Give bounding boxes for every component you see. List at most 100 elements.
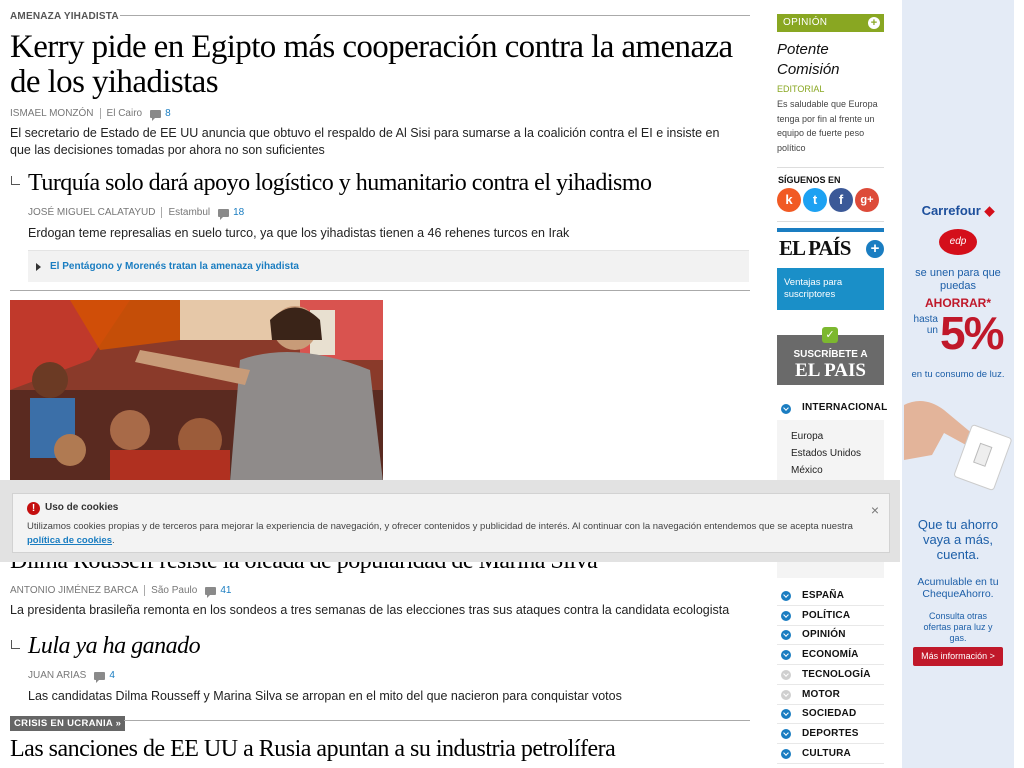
facebook-icon[interactable]: f (829, 188, 853, 212)
headline-turquia[interactable]: Turquía solo dará apoyo logístico y huma… (28, 170, 652, 197)
nav-label: MOTOR (802, 688, 841, 700)
elpais-plus-logo[interactable]: EL PAÍS (779, 236, 851, 261)
opinion-title[interactable]: Potente Comisión (777, 40, 884, 80)
nav-label: ECONOMÍA (802, 649, 859, 661)
lead-rousseff: La presidenta brasileña remonta en los s… (10, 603, 730, 617)
ad-cta-button[interactable]: Más información > (913, 647, 1003, 666)
nav-label: INTERNACIONAL (802, 402, 888, 413)
nav-label: POLÍTICA (802, 609, 851, 621)
nav-label: OPINIÓN (802, 629, 846, 641)
comment-count[interactable]: 41 (220, 585, 231, 596)
submenu-continuation (777, 560, 884, 578)
carrefour-ad[interactable]: Carrefour ◆ edp se unen para que puedas … (902, 0, 1014, 768)
edp-logo: edp (939, 229, 977, 255)
plus-icon[interactable]: + (866, 240, 884, 258)
author[interactable]: ISMAEL MONZÓN (10, 108, 94, 119)
chevron-down-icon (781, 650, 791, 661)
plus-icon[interactable]: + (868, 17, 880, 29)
opinion-label: OPINIÓN (783, 17, 828, 28)
divider (777, 167, 884, 168)
kicker-amenaza[interactable]: AMENAZA YIHADISTA (10, 11, 119, 22)
subscribe-button[interactable]: ✓ SUSCRÍBETE A EL PAIS (777, 327, 884, 385)
kiosko-icon[interactable]: k (777, 188, 801, 212)
brand-bar (777, 228, 884, 232)
comment-icon[interactable] (150, 109, 162, 121)
nav-label: DEPORTES (802, 727, 859, 739)
nav-item-deportes[interactable]: DEPORTES (777, 725, 884, 744)
opinion-section: EDITORIAL (777, 84, 825, 94)
nav-item-tecnología[interactable]: TECNOLOGÍA (777, 666, 884, 685)
byline-rousseff: ANTONIO JIMÉNEZ BARCA São Paulo 41 (10, 585, 231, 598)
submenu-europa[interactable]: Europa (791, 431, 823, 442)
related-link-box[interactable]: El Pentágono y Morenés tratan la amenaza… (28, 250, 749, 282)
byline-turquia: JOSÉ MIGUEL CALATAYUD Estambul 18 (28, 207, 244, 220)
comment-count[interactable]: 8 (165, 108, 171, 119)
nav-item-motor[interactable]: MOTOR (777, 686, 884, 705)
lead-lula: Las candidatas Dilma Rousseff y Marina S… (28, 689, 622, 703)
tag-ucrania[interactable]: CRISIS EN UCRANIA » (10, 716, 126, 731)
byline-lula: JUAN ARIAS 4 (28, 670, 115, 683)
lead-turquia: Erdogan teme represalias en suelo turco,… (28, 226, 570, 240)
related-link[interactable]: El Pentágono y Morenés tratan la amenaza… (50, 261, 299, 272)
ad-consumo: en tu consumo de luz. (911, 369, 1005, 380)
chevron-down-icon (781, 728, 791, 739)
chevron-down-icon (781, 689, 791, 700)
nav-item-cultura[interactable]: CULTURA (777, 745, 884, 764)
kicker-divider (120, 15, 750, 16)
promo-box[interactable]: Ventajas para suscriptores (777, 268, 884, 310)
author[interactable]: ANTONIO JIMÉNEZ BARCA (10, 585, 138, 596)
place: El Cairo (106, 108, 143, 119)
headline-kerry[interactable]: Kerry pide en Egipto más cooperación con… (10, 30, 750, 100)
comment-icon[interactable] (218, 208, 230, 220)
play-triangle-icon (36, 263, 41, 271)
subscribe-line2: EL PAIS (795, 360, 866, 381)
divider (777, 221, 884, 222)
comment-count[interactable]: 4 (109, 670, 115, 681)
opinion-text: Es saludable que Europa tenga por fin al… (777, 99, 878, 153)
nav-item-economía[interactable]: ECONOMÍA (777, 646, 884, 666)
chevron-down-icon (781, 669, 791, 680)
ad-otras: Consulta otras ofertas para luz y gas. (923, 611, 993, 643)
nav-item-política[interactable]: POLÍTICA (777, 607, 884, 626)
ad-percent: 5% (940, 307, 1005, 359)
ad-acumulable: Acumulable en tu ChequeAhorro. (917, 576, 999, 600)
internacional-submenu: Europa Estados Unidos México (777, 420, 884, 480)
cookie-text: Utilizamos cookies propias y de terceros… (27, 521, 853, 546)
cookie-policy-link[interactable]: política de cookies (27, 535, 112, 546)
googleplus-icon[interactable]: g+ (855, 188, 879, 212)
author[interactable]: JOSÉ MIGUEL CALATAYUD (28, 207, 155, 218)
ad-hasta: hasta un (913, 314, 938, 336)
alert-icon: ! (27, 502, 40, 515)
comment-icon[interactable] (205, 586, 217, 598)
subscribe-line1: SUSCRÍBETE A (793, 349, 868, 360)
headline-sanciones[interactable]: Las sanciones de EE UU a Rusia apuntan a… (10, 736, 616, 763)
promo-text: Ventajas para suscriptores (784, 277, 843, 300)
submenu-mexico[interactable]: México (791, 465, 823, 476)
ad-line1: se unen para que puedas (915, 267, 1001, 292)
ad-slogan: Que tu ahorro vaya a más, cuenta. (917, 517, 999, 562)
nav-item-españa[interactable]: ESPAÑA (777, 587, 884, 606)
news-photo-rousseff[interactable] (10, 300, 383, 482)
nav-label: ESPAÑA (802, 590, 845, 601)
nav-label: SOCIEDAD (802, 708, 857, 720)
chevron-down-icon (781, 630, 791, 641)
nav-item-opinión[interactable]: OPINIÓN (777, 626, 884, 646)
close-icon[interactable]: × (871, 502, 879, 518)
place: Estambul (168, 207, 211, 218)
headline-lula[interactable]: Lula ya ha ganado (28, 633, 201, 660)
submenu-eeuu[interactable]: Estados Unidos (791, 448, 861, 459)
nav-label: TECNOLOGÍA (802, 668, 871, 680)
comment-icon[interactable] (94, 671, 106, 683)
nav-internacional[interactable]: INTERNACIONAL (777, 399, 888, 418)
author[interactable]: JUAN ARIAS (28, 670, 86, 681)
chevron-down-icon (781, 748, 791, 759)
kicker-divider (124, 720, 750, 721)
nav-label: CULTURA (802, 747, 851, 759)
nav-item-sociedad[interactable]: SOCIEDAD (777, 705, 884, 725)
chevron-down-icon (781, 709, 791, 720)
comment-count[interactable]: 18 (233, 207, 244, 218)
chevron-down-icon (781, 591, 791, 601)
carrefour-logo[interactable]: Carrefour ◆ (902, 203, 1014, 219)
twitter-icon[interactable]: t (803, 188, 827, 212)
opinion-header[interactable]: OPINIÓN + (777, 14, 884, 32)
